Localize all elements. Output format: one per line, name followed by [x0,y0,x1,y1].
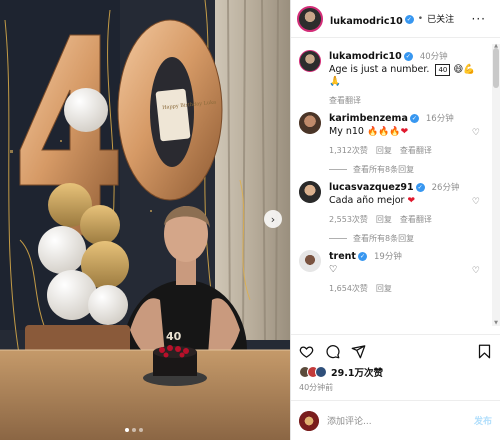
post-comment-button[interactable]: 发布 [474,414,492,427]
cake-candle-number: 40 [166,330,182,343]
see-translation-link[interactable]: 查看翻译 [400,214,432,225]
comment-text: My n10 🔥🔥🔥❤ [329,126,409,137]
replies-dash [329,169,347,170]
birthday-photo-illustration: Happy Birthday Luka 40 [0,0,290,440]
add-comment-bar: 添加评论... 发布 [291,400,500,440]
send-icon[interactable] [351,344,366,359]
comment-item: lucasvazquez91 ✓ 26分钟 Cada año mejor ❤ 2,… [291,175,490,244]
fire-emoji: 🔥🔥🔥 [366,127,401,137]
verified-badge-icon: ✓ [404,15,414,24]
white-heart-emoji: ♡ [329,264,338,275]
bookmark-icon[interactable] [477,344,492,359]
commenter-username[interactable]: karimbenzema [329,113,408,124]
comment-like-count[interactable]: 2,553次赞 [329,214,368,225]
commenter-avatar[interactable] [299,250,321,272]
current-user-avatar [299,410,319,431]
reply-button[interactable]: 回复 [376,214,392,225]
commenter-username[interactable]: trent [329,251,356,262]
comment-time: 19分钟 [374,252,402,262]
verified-badge-icon: ✓ [403,52,413,61]
commenter-avatar[interactable] [299,181,321,203]
view-replies-button[interactable]: 查看所有8条回复 [329,164,484,175]
comment-item: karimbenzema ✓ 16分钟 My n10 🔥🔥🔥❤ 1,312次赞 回… [291,106,490,175]
scrollbar-thumb[interactable] [493,48,499,88]
comments-list: lukamodric10 ✓ 40分钟 Age is just a number.… [291,44,490,326]
post-timestamp: 40分钟前 [299,383,334,392]
author-username[interactable]: lukamodric10 [330,16,403,27]
post-side-panel: lukamodric10 ✓ • 已关注 ··· lukamodric10 ✓ 40… [290,0,500,440]
caption: lukamodric10 ✓ 40分钟 Age is just a number.… [291,44,490,106]
like-comment-heart-icon[interactable]: ♡ [472,266,480,276]
verified-badge-icon: ✓ [357,252,367,261]
carousel-dot [132,428,136,432]
carousel-dots [125,428,143,432]
verified-badge-icon: ✓ [415,183,425,192]
caption-username[interactable]: lukamodric10 [329,51,402,62]
comment-time: 16分钟 [425,114,454,124]
reply-button[interactable]: 回复 [376,145,392,156]
caption-time: 40分钟 [419,52,448,62]
forty-box-emoji: 40 [435,64,451,76]
post-header: lukamodric10 ✓ • 已关注 ··· [291,0,500,38]
caption-text: Age is just a number. 40 😄💪🙏 [329,64,476,87]
view-replies-button[interactable]: 查看所有8条回复 [329,233,484,244]
likes-count[interactable]: 29.1万次赞 [331,365,383,379]
see-translation-link[interactable]: 查看翻译 [329,95,361,106]
like-comment-heart-icon[interactable]: ♡ [472,197,480,207]
comment-time: 26分钟 [431,183,460,193]
verified-badge-icon: ✓ [409,114,419,123]
red-heart-emoji: ❤ [400,127,409,137]
replies-dash [329,238,347,239]
carousel-dot [125,428,129,432]
comment-text: ♡ [329,264,484,275]
more-options-icon[interactable]: ··· [472,12,494,26]
scroll-down-arrow-icon[interactable]: ▼ [492,320,500,326]
comment-text: Cada año mejor ❤ [329,195,416,206]
next-photo-button[interactable]: › [264,210,282,228]
comments-scrollbar[interactable]: ▲ ▼ [492,43,500,326]
author-avatar[interactable] [297,5,323,32]
post-actions: 29.1万次赞 40分钟前 [291,334,500,393]
commenter-avatar[interactable] [299,112,321,134]
comment-like-count[interactable]: 1,654次赞 [329,283,368,294]
heart-icon[interactable] [299,344,314,359]
reply-button[interactable]: 回复 [376,283,392,294]
carousel-dot [139,428,143,432]
red-heart-emoji: ❤ [407,196,416,206]
comment-item: trent ✓ 19分钟 ♡ 1,654次赞 回复 ♡ [291,244,490,294]
post-photo: Happy Birthday Luka 40 › [0,0,290,440]
comment-icon[interactable] [325,344,340,359]
following-status-button[interactable]: 已关注 [427,12,454,25]
see-translation-link[interactable]: 查看翻译 [400,145,432,156]
caption-avatar[interactable] [299,50,321,72]
comment-like-count[interactable]: 1,312次赞 [329,145,368,156]
separator-dot: • [417,13,424,24]
like-comment-heart-icon[interactable]: ♡ [472,128,480,138]
liker-avatar [315,366,327,378]
commenter-username[interactable]: lucasvazquez91 [329,182,414,193]
add-comment-input[interactable]: 添加评论... [327,414,474,427]
